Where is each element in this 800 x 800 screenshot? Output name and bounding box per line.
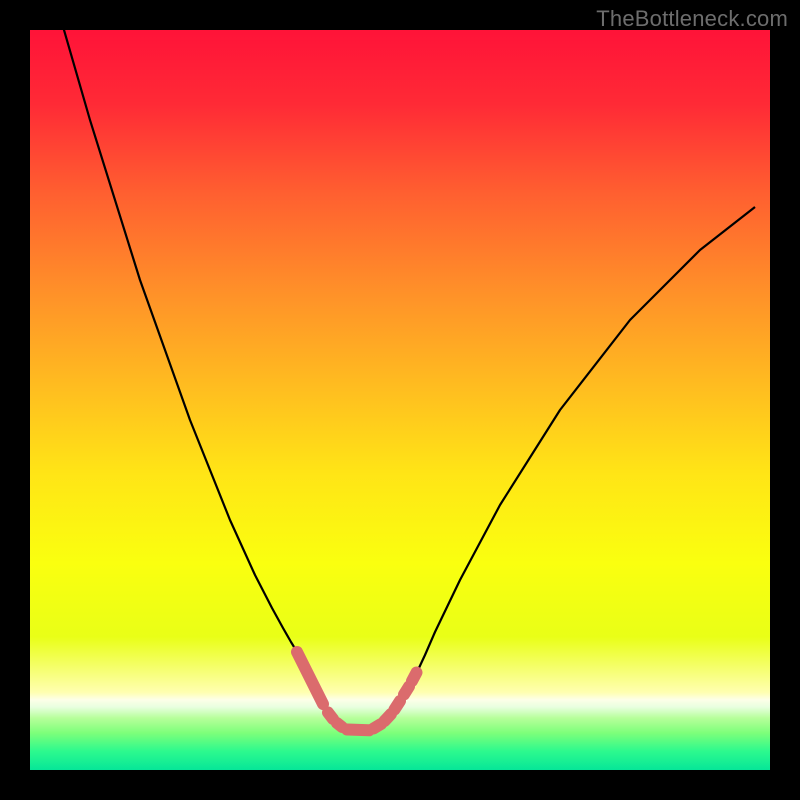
bottleneck-curve <box>51 30 755 732</box>
outer-frame: TheBottleneck.com <box>0 0 800 800</box>
highlight-dash <box>337 723 342 727</box>
highlight-dash <box>297 652 323 704</box>
chart-svg <box>30 30 770 770</box>
highlight-dash <box>385 714 392 721</box>
highlight-dash <box>395 701 401 710</box>
highlight-dash <box>412 673 417 682</box>
highlight-dash <box>404 687 409 695</box>
watermark-text: TheBottleneck.com <box>596 6 788 32</box>
highlight-dash <box>347 730 369 731</box>
highlight-dash <box>328 713 333 720</box>
plot-area <box>30 30 770 770</box>
